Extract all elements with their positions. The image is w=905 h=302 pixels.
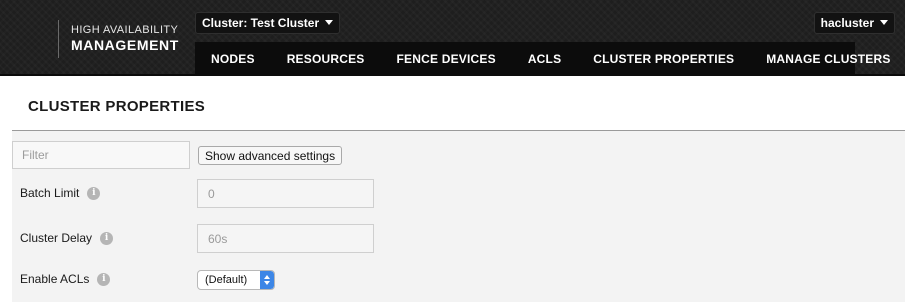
enable-acls-select[interactable]: (Default) (197, 270, 275, 290)
info-icon[interactable]: i (97, 272, 111, 286)
nav-item-fence-devices[interactable]: FENCE DEVICES (381, 42, 512, 76)
nav-item-resources[interactable]: RESOURCES (271, 42, 381, 76)
property-label-text: Batch Limit (20, 186, 80, 200)
select-arrows-icon (260, 271, 274, 289)
filter-input[interactable] (12, 141, 190, 169)
property-label-text: Enable ACLs (20, 272, 90, 286)
show-advanced-settings-button[interactable]: Show advanced settings (198, 146, 343, 165)
main-nav: NODES RESOURCES FENCE DEVICES ACLS CLUST… (195, 42, 890, 76)
nav-item-nodes[interactable]: NODES (195, 42, 271, 76)
chevron-down-icon (880, 20, 888, 25)
info-icon[interactable]: i (87, 186, 101, 200)
nav-item-acls[interactable]: ACLS (512, 42, 577, 76)
brand-title-bottom: MANAGEMENT (71, 37, 179, 53)
batch-limit-input[interactable] (197, 179, 374, 208)
cluster-selector-label: Cluster: Test Cluster (202, 16, 320, 30)
arrow-up-icon (264, 275, 270, 279)
brand-logo: HIGH AVAILABILITY MANAGEMENT (58, 20, 179, 58)
cluster-delay-input[interactable] (197, 224, 374, 253)
user-menu[interactable]: hacluster (813, 12, 895, 34)
cluster-selector[interactable]: Cluster: Test Cluster (195, 12, 341, 34)
property-label-text: Cluster Delay (20, 231, 93, 245)
page-title: CLUSTER PROPERTIES (28, 98, 206, 115)
user-menu-label: hacluster (820, 16, 874, 30)
property-label-batch-limit: Batch Limit i (20, 186, 101, 200)
chevron-down-icon (325, 20, 334, 25)
arrow-down-icon (264, 281, 270, 285)
enable-acls-selected-value: (Default) (205, 274, 248, 286)
top-header: HIGH AVAILABILITY MANAGEMENT Cluster: Te… (0, 0, 905, 76)
info-icon[interactable]: i (100, 231, 114, 245)
nav-item-manage-clusters[interactable]: MANAGE CLUSTERS (750, 42, 905, 76)
property-label-enable-acls: Enable ACLs i (20, 272, 111, 286)
property-label-cluster-delay: Cluster Delay i (20, 231, 114, 245)
nav-item-cluster-properties[interactable]: CLUSTER PROPERTIES (577, 42, 750, 76)
brand-title-top: HIGH AVAILABILITY (71, 24, 179, 36)
